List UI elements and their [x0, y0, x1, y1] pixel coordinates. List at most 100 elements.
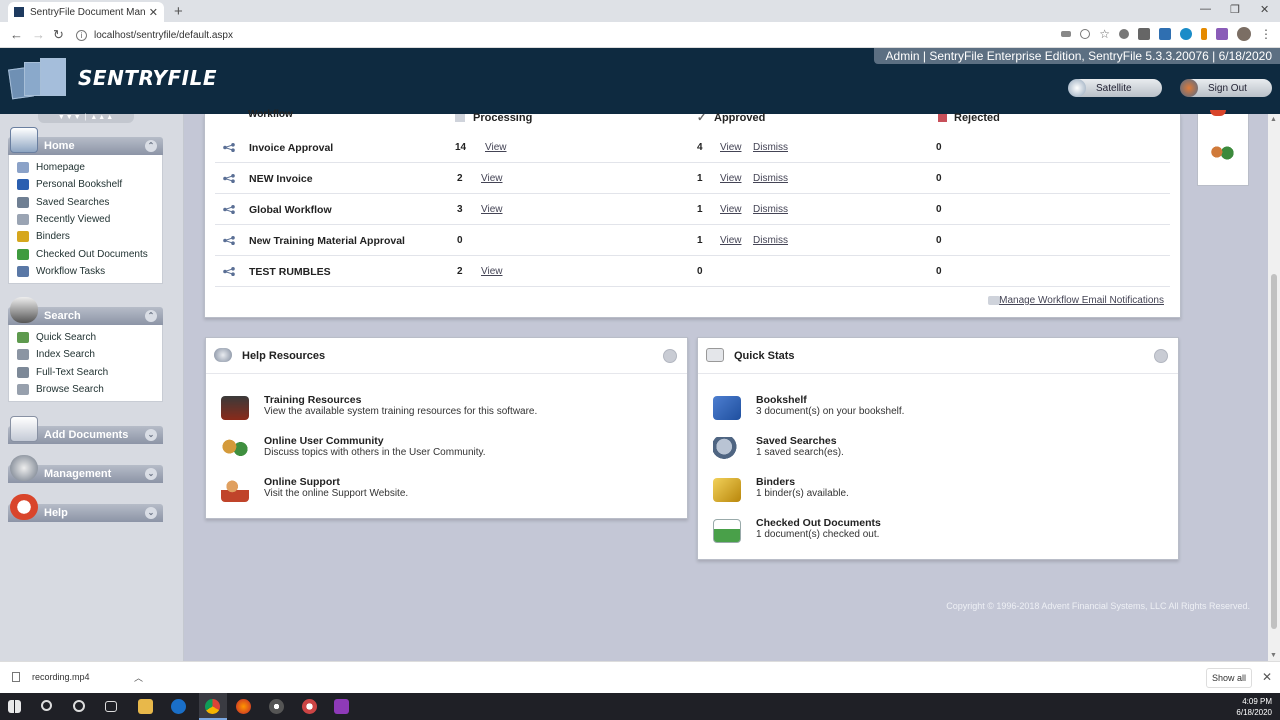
extension-icon[interactable] [1159, 28, 1171, 40]
file-explorer-icon[interactable] [138, 699, 153, 714]
show-all-button[interactable]: Show all [1206, 668, 1252, 688]
browser-menu-icon[interactable]: ⋮ [1260, 27, 1272, 41]
view-processing-link[interactable]: View [481, 173, 503, 184]
extension-icon[interactable] [1138, 28, 1150, 40]
chart-icon [706, 348, 724, 362]
add-documents-icon [10, 416, 38, 442]
widget-icon[interactable] [1210, 110, 1226, 116]
sidebar-item-homepage[interactable]: Homepage [9, 159, 162, 176]
view-processing-link[interactable]: View [485, 142, 507, 153]
key-icon[interactable] [1061, 31, 1072, 37]
view-approved-link[interactable]: View [720, 142, 742, 153]
forward-icon[interactable]: → [32, 27, 45, 42]
windows-start-icon[interactable] [8, 700, 21, 713]
approved-count: 0 [697, 266, 703, 277]
brand-name: SENTRYFILE [78, 66, 218, 90]
processing-count: 14 [455, 142, 467, 153]
view-processing-link[interactable]: View [481, 266, 503, 277]
profile-avatar[interactable] [1237, 27, 1251, 41]
minimize-icon[interactable]: — [1200, 3, 1211, 15]
address-bar[interactable]: i localhost/sentryfile/default.aspx [76, 25, 1076, 45]
sidebar-item-binders[interactable]: Binders [9, 228, 162, 245]
section-header-help[interactable]: Help ⌄ [8, 494, 163, 522]
collapse-icon[interactable]: ⌃ [145, 310, 157, 322]
chrome-icon[interactable] [205, 699, 220, 714]
panel-collapse-button[interactable] [1154, 349, 1168, 363]
dismiss-link[interactable]: Dismiss [753, 204, 788, 215]
firefox-icon[interactable] [236, 699, 251, 714]
sidebar-item-personal-bookshelf[interactable]: Personal Bookshelf [9, 176, 162, 193]
extension-icon[interactable] [1119, 29, 1129, 39]
url-text: localhost/sentryfile/default.aspx [94, 29, 233, 41]
view-approved-link[interactable]: View [720, 204, 742, 215]
panel-collapse-button[interactable] [663, 349, 677, 363]
full-text-search-icon [17, 366, 29, 378]
table-row: Global Workflow 3 View 1 View Dismiss 0 [215, 194, 1170, 225]
view-approved-link[interactable]: View [720, 235, 742, 246]
sidebar-item-checked-out-documents[interactable]: Checked Out Documents [9, 245, 162, 262]
col-processing: Processing [473, 112, 533, 124]
new-tab-icon[interactable]: + [174, 3, 183, 20]
scroll-down-icon[interactable]: ▼ [1270, 652, 1277, 659]
sidebar-item-index-search[interactable]: Index Search [9, 346, 162, 363]
page-scrollbar[interactable]: ▲ ▼ [1268, 114, 1280, 661]
section-header-add-documents[interactable]: Add Documents ⌄ [8, 416, 163, 444]
zoom-icon[interactable] [1080, 29, 1091, 39]
processing-count: 2 [457, 266, 463, 277]
section-header-search[interactable]: Search ⌃ [8, 297, 163, 325]
browser-tab[interactable]: SentryFile Document Manageme ✕ [8, 2, 164, 22]
close-window-icon[interactable]: ✕ [1260, 3, 1269, 16]
sidebar-item-quick-search[interactable]: Quick Search [9, 329, 162, 346]
extension-icon[interactable] [1180, 28, 1192, 40]
extension-icons: ☆ ⋮ [1061, 27, 1272, 41]
sidebar-item-recently-viewed[interactable]: Recently Viewed [9, 211, 162, 228]
search-icon[interactable] [41, 700, 52, 711]
extension-icon[interactable] [1216, 28, 1228, 40]
sign-out-button[interactable]: Sign Out [1180, 79, 1272, 97]
sidebar-item-full-text-search[interactable]: Full-Text Search [9, 364, 162, 381]
sidebar-section-add-documents: Add Documents ⌄ [8, 416, 163, 444]
maximize-icon[interactable]: ❐ [1230, 3, 1240, 16]
sidebar-item-saved-searches[interactable]: Saved Searches [9, 194, 162, 211]
users-icon[interactable] [1209, 144, 1235, 164]
dismiss-link[interactable]: Dismiss [753, 235, 788, 246]
expand-icon[interactable]: ⌄ [145, 468, 157, 480]
section-header-home[interactable]: Home ⌃ [8, 127, 163, 155]
media-icon[interactable] [269, 699, 284, 714]
sidebar-item-workflow-tasks[interactable]: Workflow Tasks [9, 263, 162, 280]
manage-workflow-email-link[interactable]: Manage Workflow Email Notifications [999, 295, 1164, 306]
back-icon[interactable]: ← [10, 27, 23, 42]
rejected-count: 0 [936, 266, 942, 277]
system-clock[interactable]: 4:09 PM 6/18/2020 [1236, 696, 1272, 718]
view-approved-link[interactable]: View [720, 173, 742, 184]
music-icon[interactable] [302, 699, 317, 714]
close-downloads-icon[interactable]: ✕ [1262, 670, 1272, 684]
bookmark-star-icon[interactable]: ☆ [1099, 27, 1110, 41]
sentryfile-logo[interactable]: SENTRYFILE [8, 56, 218, 100]
scrollbar-thumb[interactable] [1271, 274, 1277, 629]
section-header-management[interactable]: Management ⌄ [8, 455, 163, 483]
collapse-icon[interactable]: ⌃ [145, 140, 157, 152]
download-item[interactable]: recording.mp4 [12, 672, 90, 682]
edge-icon[interactable] [171, 699, 186, 714]
dismiss-link[interactable]: Dismiss [753, 173, 788, 184]
extension-icon[interactable] [1201, 28, 1207, 40]
sidebar-scroll-control[interactable]: ▼▼▼ | ▲▲▲ [38, 114, 134, 123]
task-view-icon[interactable] [105, 701, 117, 712]
satellite-button[interactable]: Satellite [1068, 79, 1162, 97]
app-icon[interactable] [334, 699, 349, 714]
expand-icon[interactable]: ⌄ [145, 507, 157, 519]
sidebar-item-browse-search[interactable]: Browse Search [9, 381, 162, 398]
expand-icon[interactable]: ⌄ [145, 429, 157, 441]
view-processing-link[interactable]: View [481, 204, 503, 215]
panel-title: Help Resources [242, 350, 326, 362]
chevron-up-icon[interactable]: ︿ [134, 671, 143, 684]
cortana-icon[interactable] [73, 700, 85, 712]
reload-icon[interactable]: ↻ [53, 27, 64, 43]
scroll-up-icon[interactable]: ▲ [1270, 116, 1277, 123]
site-info-icon[interactable]: i [76, 29, 87, 41]
close-tab-icon[interactable]: ✕ [149, 6, 158, 19]
support-agent-icon [221, 478, 249, 502]
col-approved: Approved [714, 112, 766, 124]
dismiss-link[interactable]: Dismiss [753, 142, 788, 153]
